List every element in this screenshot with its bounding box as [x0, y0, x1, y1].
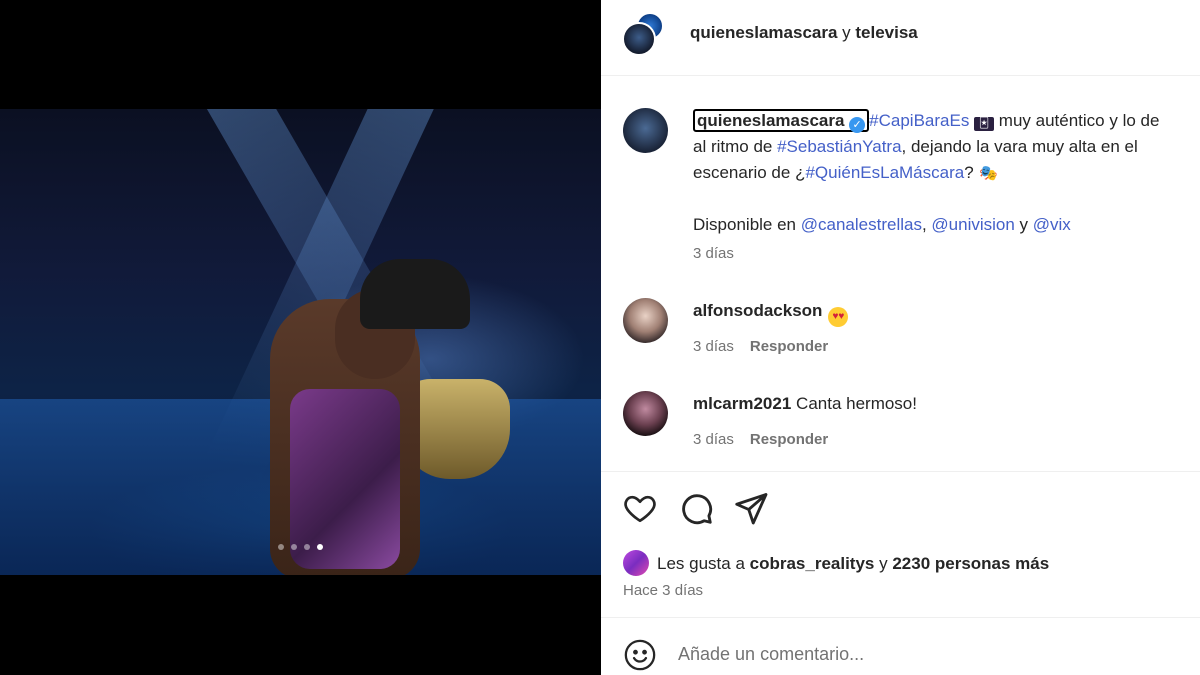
media-viewer	[0, 0, 601, 675]
joker-emoji-icon: 🃏	[974, 117, 995, 131]
comment-input[interactable]	[678, 644, 1158, 665]
hashtag-link[interactable]: #SebastiánYatra	[777, 137, 901, 156]
header-conjunction: y	[837, 23, 856, 42]
mention-link[interactable]: @vix	[1033, 215, 1071, 234]
post-authors: quieneslamascara y televisa	[690, 23, 918, 43]
avatar	[623, 550, 649, 576]
heart-icon[interactable]	[622, 490, 658, 526]
avatar[interactable]	[623, 108, 668, 153]
comment-timestamp[interactable]: 3 días	[693, 431, 734, 448]
reply-button[interactable]: Responder	[750, 431, 828, 448]
likes-count[interactable]: 2230 personas más	[892, 554, 1049, 573]
hashtag-link[interactable]: #QuiénEsLaMáscara	[805, 163, 964, 182]
comment-username[interactable]: mlcarm2021	[693, 394, 791, 413]
post-details-panel: quieneslamascara y televisa quieneslamas…	[601, 0, 1200, 675]
costume-coat	[290, 389, 400, 569]
caption-text-part: escenario de ¿	[693, 163, 806, 182]
avatar[interactable]	[623, 298, 668, 343]
caption-text-part: ,	[921, 215, 932, 234]
caption-text-part: y	[1014, 215, 1033, 234]
carousel-dot[interactable]	[291, 544, 297, 550]
comment-icon[interactable]	[678, 490, 714, 526]
heart-eyes-emoji-icon: ♥♥	[828, 307, 849, 327]
post-image[interactable]	[0, 109, 601, 575]
share-icon[interactable]	[733, 490, 769, 526]
comment-text: Canta hermoso!	[791, 394, 917, 413]
costume-hat	[360, 259, 470, 329]
smile-icon[interactable]	[623, 638, 657, 672]
post-timestamp: Hace 3 días	[623, 582, 704, 599]
masks-emoji-icon: 🎭	[979, 165, 998, 182]
likes-user[interactable]: cobras_realitys	[750, 554, 875, 573]
add-comment-bar	[601, 617, 1200, 675]
comment-username[interactable]: alfonsodackson	[693, 301, 822, 320]
likes-text: y	[874, 554, 893, 573]
caption-timestamp[interactable]: 3 días	[693, 245, 734, 262]
caption-text-part: ?	[964, 163, 979, 182]
avatar[interactable]	[623, 391, 668, 436]
carousel-dot-active[interactable]	[317, 544, 323, 550]
caption-text: quieneslamascara ✓ #CapiBaraEs 🃏 muy auté…	[693, 108, 1200, 238]
carousel-dot[interactable]	[304, 544, 310, 550]
caption-username[interactable]: quieneslamascara ✓	[693, 109, 870, 133]
carousel-dot[interactable]	[278, 544, 284, 550]
verified-icon: ✓	[849, 117, 866, 133]
likes-summary[interactable]: Les gusta a cobras_realitys y 2230 perso…	[623, 550, 1049, 576]
comment-meta: 3 días Responder	[693, 338, 828, 355]
caption-username-label: quieneslamascara	[697, 111, 845, 130]
header-username[interactable]: quieneslamascara	[690, 23, 837, 42]
caption-text-part: Disponible en	[693, 215, 801, 234]
hashtag-link[interactable]: #CapiBaraEs	[869, 111, 969, 130]
post-actions: Les gusta a cobras_realitys y 2230 perso…	[601, 471, 1200, 599]
collab-avatars[interactable]	[622, 12, 664, 56]
header-collaborator[interactable]: televisa	[855, 23, 917, 42]
reply-button[interactable]: Responder	[750, 338, 828, 355]
likes-text: Les gusta a	[657, 554, 750, 573]
comment-body: alfonsodackson ♥♥	[693, 301, 849, 327]
mention-link[interactable]: @canalestrellas	[801, 215, 922, 234]
comment-timestamp[interactable]: 3 días	[693, 338, 734, 355]
avatar	[622, 22, 656, 56]
comment-body: mlcarm2021 Canta hermoso!	[693, 394, 917, 414]
carousel-indicator	[0, 544, 601, 550]
comment-meta: 3 días Responder	[693, 431, 828, 448]
mention-link[interactable]: @univision	[931, 215, 1014, 234]
caption-text-part: al ritmo de	[693, 137, 778, 156]
caption-text-part: muy auténtico y lo de	[994, 111, 1160, 130]
caption-text-part: , dejando la vara muy alta en el	[901, 137, 1138, 156]
post-header: quieneslamascara y televisa	[601, 0, 1200, 76]
